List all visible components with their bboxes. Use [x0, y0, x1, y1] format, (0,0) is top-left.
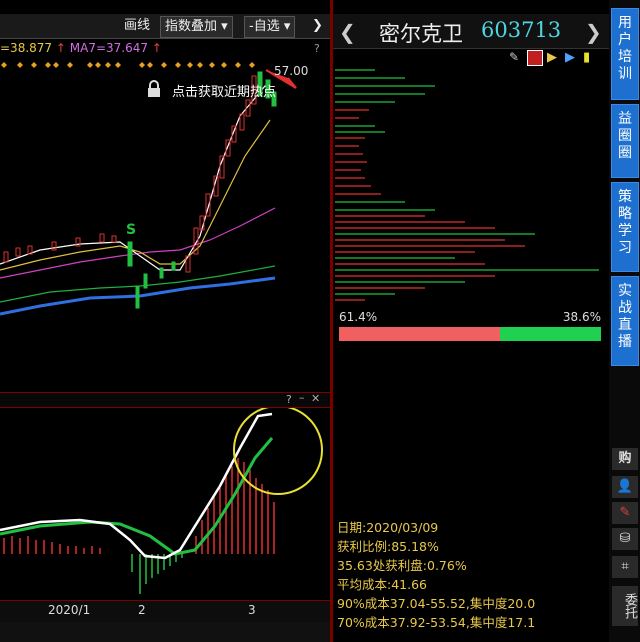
macd-chart[interactable]	[0, 408, 330, 600]
profit-bar	[339, 327, 500, 341]
buy-button[interactable]: 购	[612, 448, 638, 470]
note-icon[interactable]: ▮	[583, 50, 590, 65]
green-candles	[127, 71, 277, 309]
user-icon[interactable]: 👤	[612, 476, 638, 498]
bottom-tabs	[0, 622, 330, 642]
ma-prev-value: =38.877	[0, 41, 53, 55]
cart-icon[interactable]: ⛁	[612, 528, 638, 550]
loss-bar	[500, 327, 601, 341]
info-profit-at-price: 35.63处获利盘:0.76%	[337, 558, 467, 573]
time-axis: 2020/1 2 3	[0, 600, 330, 623]
flag-blue-icon[interactable]: ▶	[565, 50, 575, 65]
entrust-button[interactable]: 委托	[612, 586, 638, 626]
chevron-down-icon: ▾	[283, 19, 291, 34]
chip-histogram	[335, 69, 599, 301]
custom-select-dropdown[interactable]: -自选 ▾	[244, 16, 296, 38]
indicator-overlay-dropdown[interactable]: 指数叠加 ▾	[160, 16, 233, 38]
macd-green-bars	[131, 554, 183, 594]
stock-code: 603713	[481, 18, 562, 42]
tab-strategy-learning[interactable]: 策略学习	[611, 182, 639, 272]
chevron-right-icon: ❯	[312, 18, 323, 33]
hot-topics-link[interactable]: 点击获取近期热点	[172, 81, 276, 100]
info-cost-90: 90%成本37.04-55.52,集中度20.0	[337, 596, 536, 611]
profit-loss-bar	[339, 327, 601, 341]
axis-label-2020-1: 2020/1	[48, 603, 91, 617]
kline-panel[interactable]: 画线 指数叠加 ▾ -自选 ▾ ❯ =38.877 ↑ MA7=37.647 ↑…	[0, 0, 332, 642]
help-icon[interactable]: ?	[286, 393, 292, 406]
axis-label-3: 3	[248, 603, 256, 617]
chart-toolbar: 画线 指数叠加 ▾ -自选 ▾ ❯	[0, 14, 330, 39]
collapse-button[interactable]: ❯	[312, 16, 323, 36]
tab-user-training[interactable]: 用户培训	[611, 8, 639, 100]
up-arrow-icon: ↑	[151, 41, 162, 55]
stock-title-bar: ❮ 密尔克卫 603713 ❯	[333, 14, 609, 49]
profit-percent: 61.4%	[339, 310, 378, 324]
draw-line-button[interactable]: 画线	[124, 16, 150, 36]
tab-yiquanquan[interactable]: 益圈圈	[611, 104, 639, 178]
tab-live-broadcast[interactable]: 实战直播	[611, 276, 639, 366]
chip-info: 日期:2020/03/09 获利比例:85.18% 35.63处获利盘:0.76…	[337, 518, 607, 632]
info-date: 日期:2020/03/09	[337, 520, 439, 535]
axis-label-2: 2	[138, 603, 146, 617]
lock-icon	[146, 80, 162, 102]
alert-icon[interactable]: ✎	[612, 502, 638, 524]
s-marker: S	[126, 222, 136, 238]
up-arrow-icon: ↑	[55, 41, 66, 55]
candlestick-chart[interactable]: S	[0, 56, 330, 390]
flag-icon[interactable]: ▶	[547, 50, 557, 65]
help-icon[interactable]: ?	[314, 42, 320, 55]
highlight-circle	[233, 408, 323, 495]
custom-select-label: 自选	[253, 19, 280, 34]
ma-legend: =38.877 ↑ MA7=37.647 ↑	[0, 40, 162, 56]
subchart-header: ? – ✕	[0, 391, 330, 408]
crop-icon[interactable]: ⌗	[612, 556, 638, 578]
eraser-icon[interactable]: ✎	[509, 50, 519, 64]
chip-red-icon[interactable]	[527, 50, 543, 66]
close-icon[interactable]: ✕	[311, 392, 320, 405]
chip-distribution-panel: ❮ 密尔克卫 603713 ❯ ✎ ▶ ▶ ▮ 61.4% 38.6% 日期:2…	[332, 0, 609, 642]
chip-tools: ✎ ▶ ▶ ▮	[509, 50, 609, 66]
minimize-icon[interactable]: –	[299, 391, 305, 404]
event-markers	[1, 62, 255, 68]
info-average-cost: 平均成本:41.66	[337, 577, 427, 592]
chevron-down-icon: ▾	[221, 19, 228, 34]
ma7-value: MA7=37.647	[69, 41, 149, 55]
loss-percent: 38.6%	[562, 310, 601, 324]
macd-red-bars	[3, 458, 275, 554]
next-stock-button[interactable]: ❯	[585, 20, 602, 44]
stock-name: 密尔克卫	[379, 22, 463, 46]
prev-stock-button[interactable]: ❮	[339, 20, 356, 44]
info-profit-ratio: 获利比例:85.18%	[337, 539, 439, 554]
indicator-overlay-label: 指数叠加	[165, 19, 218, 34]
right-sidebar: 用户培训 益圈圈 策略学习 实战直播 购 👤 ✎ ⛁ ⌗ 委托	[609, 0, 640, 642]
info-cost-70: 70%成本37.92-53.54,集中度17.1	[337, 615, 536, 630]
price-max-label: 57.00	[274, 64, 309, 78]
